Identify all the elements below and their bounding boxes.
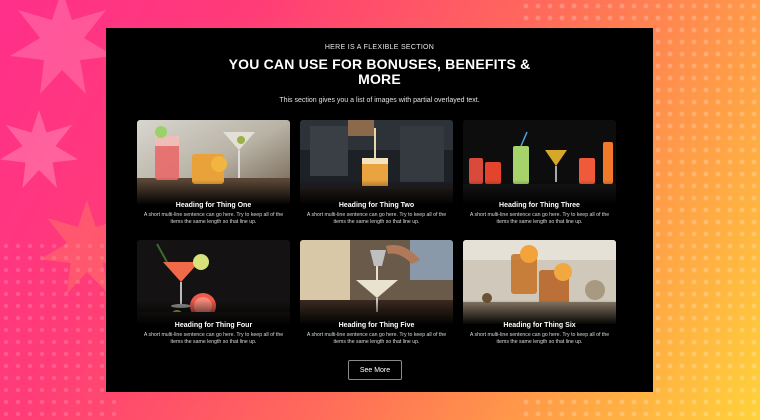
see-more-button[interactable]: See More [348,360,402,380]
row-of-cocktails-image [463,120,616,204]
card-heading: Heading for Thing Five [338,322,415,329]
section-title: YOU CAN USE FOR BONUSES, BENEFITS & MORE [228,56,531,87]
card-heading: Heading for Thing Four [174,322,253,329]
section-eyebrow: HERE IS A FLEXIBLE SECTION [324,44,435,51]
card-thing-six[interactable]: Heading for Thing Six A short multi-line… [463,240,616,352]
card-thing-four[interactable]: Heading for Thing Four A short multi-lin… [137,240,290,352]
card-description: A short multi-line sentence can go here.… [143,212,284,225]
card-thing-three[interactable]: Heading for Thing Three A short multi-li… [463,120,616,232]
card-heading: Heading for Thing Six [503,322,576,329]
card-description: A short multi-line sentence can go here.… [143,332,284,345]
card-thing-two[interactable]: Heading for Thing Two A short multi-line… [300,120,453,232]
card-heading: Heading for Thing Two [338,202,415,209]
card-thing-one[interactable]: Heading for Thing One A short multi-line… [137,120,290,232]
cocktail-glasses-citrus-image [137,120,290,204]
feature-section-panel: HERE IS A FLEXIBLE SECTION YOU CAN USE F… [106,28,653,392]
card-heading: Heading for Thing Three [499,202,580,209]
card-heading: Heading for Thing One [175,202,252,209]
section-subtitle: This section gives you a list of images … [279,97,480,104]
card-description: A short multi-line sentence can go here.… [469,212,610,225]
grapefruit-cocktail-image [137,240,290,324]
card-description: A short multi-line sentence can go here.… [306,332,447,345]
card-thing-five[interactable]: Heading for Thing Five A short multi-lin… [300,240,453,352]
old-fashioned-drinks-image [463,240,616,324]
straining-martini-image [300,240,453,324]
card-description: A short multi-line sentence can go here.… [306,212,447,225]
bartender-pouring-image [300,120,453,204]
card-description: A short multi-line sentence can go here.… [469,332,610,345]
